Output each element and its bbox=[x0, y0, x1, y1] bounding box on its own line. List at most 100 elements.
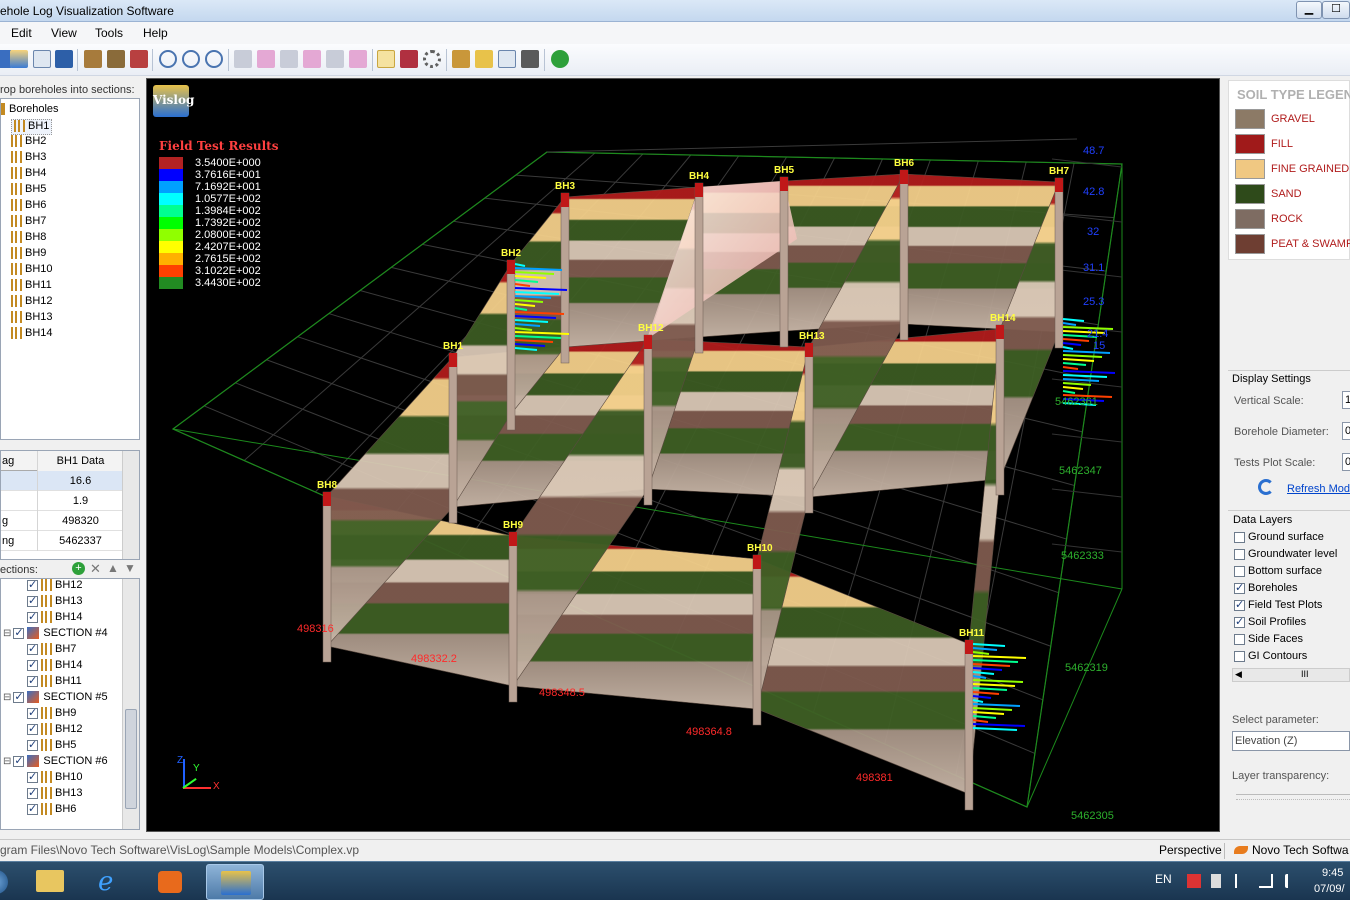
menu-edit[interactable]: Edit bbox=[11, 26, 32, 40]
borehole-diameter-input[interactable]: 0 bbox=[1342, 422, 1350, 440]
import-icon[interactable] bbox=[10, 50, 28, 68]
clock-time[interactable]: 9:45 bbox=[1322, 867, 1343, 879]
signal-icon[interactable] bbox=[1259, 874, 1273, 888]
media-player-taskbar-button[interactable] bbox=[144, 864, 198, 900]
menu-tools[interactable]: Tools bbox=[95, 26, 123, 40]
section-borehole-item[interactable]: BH9 bbox=[27, 706, 76, 723]
tree-item-bh8[interactable]: BH8 bbox=[11, 231, 46, 247]
parameter-select[interactable]: Elevation (Z) bbox=[1232, 731, 1350, 751]
add-section-icon[interactable]: + bbox=[72, 562, 85, 575]
report-icon[interactable] bbox=[498, 50, 516, 68]
checkbox[interactable] bbox=[27, 722, 38, 735]
tree-item-bh12[interactable]: BH12 bbox=[11, 295, 53, 311]
checkbox[interactable] bbox=[13, 690, 25, 703]
layer-item[interactable]: Ground surface bbox=[1234, 531, 1324, 543]
grid-row-value[interactable]: 5462337 bbox=[37, 531, 123, 551]
layer-checkbox[interactable] bbox=[1234, 565, 1245, 577]
add-borehole-icon[interactable] bbox=[84, 50, 102, 68]
collapse-icon[interactable]: ⊟ bbox=[3, 628, 11, 639]
transparency-slider[interactable] bbox=[1236, 794, 1350, 800]
checkbox[interactable] bbox=[27, 706, 38, 719]
section-borehole-item[interactable]: BH12 bbox=[27, 722, 83, 739]
refresh-model-link[interactable]: Refresh Mode bbox=[1287, 483, 1350, 495]
sections-scrollbar[interactable] bbox=[122, 579, 139, 829]
checkbox[interactable] bbox=[27, 658, 38, 671]
section-borehole-item[interactable]: BH12 bbox=[27, 579, 83, 595]
checkbox[interactable] bbox=[27, 770, 38, 783]
layer-checkbox[interactable] bbox=[1234, 581, 1245, 594]
tree-item-bh11[interactable]: BH11 bbox=[11, 279, 52, 295]
layer-item[interactable]: Groundwater level bbox=[1234, 548, 1337, 560]
zoom-in-icon[interactable] bbox=[159, 50, 177, 68]
checkbox[interactable] bbox=[27, 610, 38, 623]
export-icon[interactable] bbox=[33, 50, 51, 68]
section-borehole-item[interactable]: BH14 bbox=[27, 610, 83, 627]
checkbox[interactable] bbox=[27, 674, 38, 687]
language-indicator[interactable]: EN bbox=[1155, 872, 1172, 886]
tests-plot-scale-input[interactable]: 0 bbox=[1342, 453, 1350, 471]
maximize-button[interactable]: ☐ bbox=[1322, 1, 1350, 19]
clock-date[interactable]: 07/09/ bbox=[1314, 883, 1345, 895]
print-icon[interactable] bbox=[521, 50, 539, 68]
ie-taskbar-button[interactable]: e bbox=[84, 864, 138, 900]
layer-checkbox[interactable] bbox=[1234, 531, 1245, 543]
pan-tool-icon[interactable] bbox=[400, 50, 418, 68]
tree-root[interactable]: Boreholes bbox=[1, 103, 59, 119]
tree-item-bh9[interactable]: BH9 bbox=[11, 247, 46, 263]
sections-scroll-thumb[interactable] bbox=[125, 709, 137, 809]
section-node[interactable]: ⊟ SECTION #6 bbox=[3, 754, 108, 771]
vislog-taskbar-button[interactable] bbox=[206, 864, 264, 900]
section-borehole-item[interactable]: BH5 bbox=[27, 738, 76, 755]
grid-row[interactable]: g 498320 bbox=[1, 511, 123, 531]
grid-row[interactable]: ng 5462337 bbox=[1, 531, 123, 551]
tree-item-bh5[interactable]: BH5 bbox=[11, 183, 46, 199]
section-borehole-item[interactable]: BH10 bbox=[27, 770, 83, 787]
layer-item[interactable]: Side Faces bbox=[1234, 633, 1303, 645]
view-bottom-icon[interactable] bbox=[349, 50, 367, 68]
tree-item-bh6[interactable]: BH6 bbox=[11, 199, 46, 215]
move-down-icon[interactable]: ▼ bbox=[124, 561, 136, 575]
section-borehole-item[interactable]: BH13 bbox=[27, 594, 83, 611]
edit-borehole-icon[interactable] bbox=[107, 50, 125, 68]
tree-item-bh14[interactable]: BH14 bbox=[11, 327, 53, 343]
section-node[interactable]: ⊟ SECTION #4 bbox=[3, 626, 108, 643]
layer-item[interactable]: Soil Profiles bbox=[1234, 615, 1306, 628]
flag-icon[interactable] bbox=[1235, 874, 1247, 888]
grid-row[interactable]: 16.6 bbox=[1, 471, 123, 491]
volume-icon[interactable] bbox=[1285, 874, 1297, 888]
layer-checkbox[interactable] bbox=[1234, 633, 1245, 645]
select-tool-icon[interactable] bbox=[377, 50, 395, 68]
3d-viewport[interactable]: BH1 BH2 BH3 BH4 BH5 BH6 BH7 BH8 BH9 BH10 BH11 BH12 B… bbox=[146, 78, 1220, 832]
grid-row-value[interactable]: 498320 bbox=[37, 511, 123, 531]
vertical-scale-input[interactable]: 1 bbox=[1342, 391, 1350, 409]
move-up-icon[interactable]: ▲ bbox=[107, 561, 119, 575]
explorer-taskbar-button[interactable] bbox=[24, 864, 78, 900]
tree-item-bh13[interactable]: BH13 bbox=[11, 311, 53, 327]
layer-checkbox[interactable] bbox=[1234, 650, 1245, 662]
refresh-icon[interactable] bbox=[1258, 479, 1274, 495]
view-back-icon[interactable] bbox=[257, 50, 275, 68]
checkbox[interactable] bbox=[27, 786, 38, 799]
collapse-icon[interactable]: ⊟ bbox=[3, 692, 11, 703]
help-icon[interactable] bbox=[551, 50, 569, 68]
network-error-icon[interactable] bbox=[1187, 874, 1201, 888]
tree-item-bh7[interactable]: BH7 bbox=[11, 215, 46, 231]
layer-item[interactable]: Field Test Plots bbox=[1234, 598, 1322, 611]
checkbox[interactable] bbox=[27, 802, 38, 815]
grid-row[interactable]: 1.9 bbox=[1, 491, 123, 511]
grid-scrollbar[interactable] bbox=[122, 451, 139, 559]
tree-item-bh1[interactable]: BH1 bbox=[11, 119, 53, 135]
view-left-icon[interactable] bbox=[280, 50, 298, 68]
tree-item-bh2[interactable]: BH2 bbox=[11, 135, 46, 151]
settings-gear-icon[interactable] bbox=[423, 50, 441, 68]
3d-scene[interactable]: BH1 BH2 BH3 BH4 BH5 BH6 BH7 BH8 BH9 BH10 BH11 BH12 B… bbox=[147, 79, 1220, 832]
checkbox[interactable] bbox=[13, 754, 25, 767]
section-borehole-item[interactable]: BH6 bbox=[27, 802, 76, 819]
delete-section-icon[interactable]: ✕ bbox=[90, 561, 101, 577]
checkbox[interactable] bbox=[27, 738, 38, 751]
section-borehole-item[interactable]: BH11 bbox=[27, 674, 82, 691]
tree-item-bh10[interactable]: BH10 bbox=[11, 263, 53, 279]
view-right-icon[interactable] bbox=[303, 50, 321, 68]
layer-item[interactable]: Bottom surface bbox=[1234, 565, 1322, 577]
checkbox[interactable] bbox=[27, 579, 38, 591]
